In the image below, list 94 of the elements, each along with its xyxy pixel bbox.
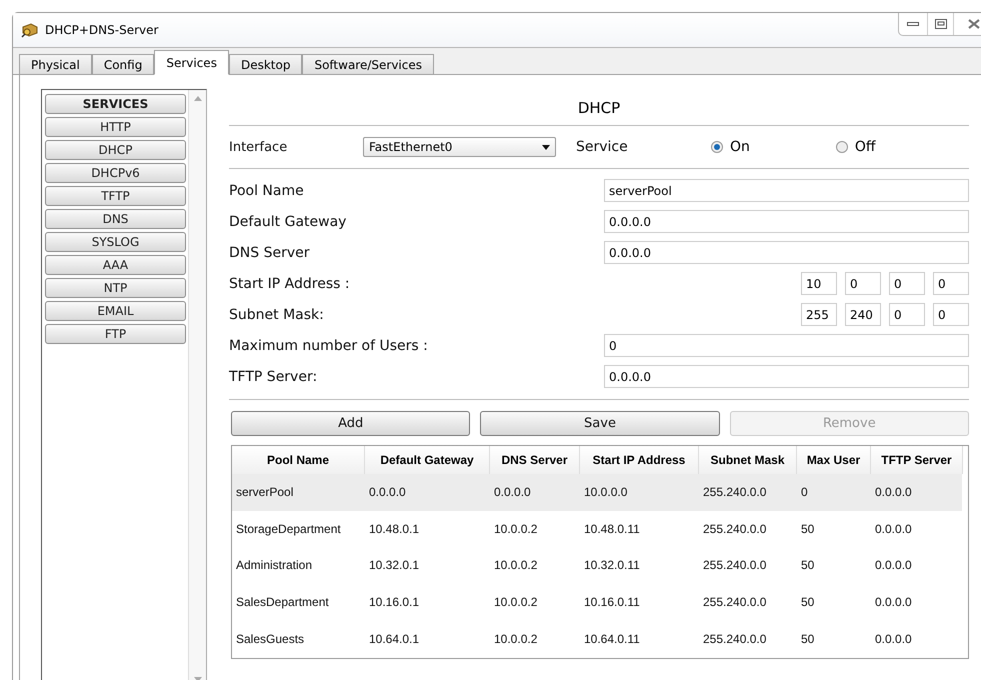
field-label: DNS Server: [229, 244, 310, 260]
text-field[interactable]: 0.0.0.0: [604, 210, 969, 233]
table-cell-text: 10.16.0.11: [583, 595, 641, 610]
service-button[interactable]: EMAIL: [45, 301, 186, 321]
table-cell-text: 10.0.0.2: [493, 558, 538, 572]
table-cell-text: 0.0.0.0: [874, 558, 913, 572]
table-cell-text: 10.0.0.2: [493, 522, 538, 536]
services-header[interactable]: SERVICES: [45, 94, 186, 114]
octet-field[interactable]: 0: [845, 272, 881, 295]
table-cell-text: 10.64.0.11: [583, 632, 641, 646]
field-label: TFTP Server:: [229, 368, 318, 384]
table-cell-text: 10.48.0.11: [583, 522, 641, 536]
table-cell-text: 10.0.0.0: [583, 485, 628, 500]
service-button[interactable]: AAA: [45, 255, 186, 275]
table-cell-text: 0: [800, 485, 809, 500]
service-button[interactable]: SYSLOG: [45, 232, 186, 252]
tab[interactable]: Config: [92, 54, 154, 74]
table-cell-text: serverPool: [235, 485, 294, 500]
interface-label: Interface: [229, 140, 288, 154]
table-row[interactable]: serverPool 0.0.0.0 0.0.0.0 10.0.0.0 255.240.0.0 0 0.0.0.0: [232, 474, 962, 511]
dropdown-arrow-icon: [542, 144, 550, 150]
field-label: Pool Name: [229, 182, 304, 198]
add-button[interactable]: Add: [231, 411, 470, 436]
service-button[interactable]: DNS: [45, 209, 186, 229]
field-label: Default Gateway: [229, 214, 346, 230]
table-cell-text: 10.0.0.2: [493, 595, 538, 610]
service-button[interactable]: FTP: [45, 324, 186, 344]
table-cell-text: 0.0.0.0: [874, 632, 913, 646]
table-cell-text: 10.48.0.1: [368, 522, 420, 536]
table-cell-text: 10.0.0.2: [493, 632, 538, 646]
column-header: Subnet Mask: [699, 446, 797, 474]
table-cell-text: 10.32.0.1: [368, 558, 420, 572]
text-field[interactable]: serverPool: [604, 179, 969, 202]
minimize-icon: [907, 21, 919, 27]
field-label: Start IP Address :: [229, 276, 350, 292]
table-cell-text: 50: [800, 632, 816, 646]
tab[interactable]: Services: [154, 50, 229, 75]
octet-field[interactable]: 10: [801, 272, 837, 295]
column-header: DNS Server: [490, 446, 580, 474]
tab[interactable]: Desktop: [228, 54, 302, 74]
maximize-icon: [934, 19, 946, 29]
service-button[interactable]: NTP: [45, 278, 186, 298]
table-cell-text: 255.240.0.0: [702, 595, 768, 610]
table-cell-text: 0.0.0.0: [874, 485, 913, 500]
table-cell-text: 10.64.0.1: [368, 632, 420, 646]
text-field[interactable]: 0.0.0.0: [604, 241, 969, 264]
table-cell-text: 255.240.0.0: [702, 485, 768, 500]
octet-field[interactable]: 0: [933, 303, 969, 326]
service-radio[interactable]: Off: [836, 139, 876, 155]
octet-field[interactable]: 255: [801, 303, 837, 326]
close-icon: [966, 19, 980, 29]
table-cell-text: 0.0.0.0: [493, 485, 532, 500]
service-button[interactable]: HTTP: [45, 117, 186, 137]
table-cell-text: 0.0.0.0: [874, 595, 913, 610]
table-cell-text: 10.32.0.11: [583, 558, 641, 572]
field-label: Maximum number of Users :: [229, 338, 428, 354]
service-button[interactable]: DHCPv6: [45, 163, 186, 183]
table-cell-text: 10.16.0.1: [368, 595, 420, 610]
close-button[interactable]: [953, 13, 981, 35]
column-header: Start IP Address: [580, 446, 699, 474]
panel-title: DHCP: [578, 99, 620, 117]
table-cell-text: 50: [800, 595, 816, 610]
tab[interactable]: Physical: [19, 54, 92, 74]
text-field[interactable]: 0.0.0.0: [604, 365, 969, 388]
table-cell-text: 255.240.0.0: [702, 558, 768, 572]
table-cell-text: 50: [800, 522, 816, 536]
octet-field[interactable]: 240: [845, 303, 881, 326]
interface-dropdown[interactable]: FastEthernet0: [363, 137, 556, 157]
field-label: Subnet Mask:: [229, 306, 324, 322]
column-header: Pool Name: [232, 446, 365, 474]
tab[interactable]: Software/Services: [302, 54, 434, 74]
service-radio[interactable]: On: [711, 139, 750, 155]
table-cell-text: SalesDepartment: [235, 595, 330, 610]
window-title: DHCP+DNS-Server: [45, 23, 158, 37]
octet-field[interactable]: 0: [889, 272, 925, 295]
table-cell-text: Administration: [235, 558, 314, 572]
service-button[interactable]: TFTP: [45, 186, 186, 206]
table-cell-text: SalesGuests: [235, 632, 306, 646]
table-cell-text: 50: [800, 558, 816, 572]
server-icon: [21, 22, 39, 38]
table-cell-text: StorageDepartment: [235, 522, 342, 536]
save-button[interactable]: Save: [480, 411, 720, 436]
column-header: TFTP Server: [871, 446, 963, 474]
table-cell-text: 0.0.0.0: [368, 485, 407, 500]
table-cell-text: 255.240.0.0: [702, 632, 768, 646]
column-header: Default Gateway: [365, 446, 490, 474]
octet-field[interactable]: 0: [889, 303, 925, 326]
table-cell-text: 0.0.0.0: [874, 522, 913, 536]
table-cell-text: 255.240.0.0: [702, 522, 768, 536]
octet-field[interactable]: 0: [933, 272, 969, 295]
service-label: Service: [576, 139, 628, 155]
text-field[interactable]: 0: [604, 334, 969, 357]
column-header: Max User: [797, 446, 871, 474]
service-button[interactable]: DHCP: [45, 140, 186, 160]
